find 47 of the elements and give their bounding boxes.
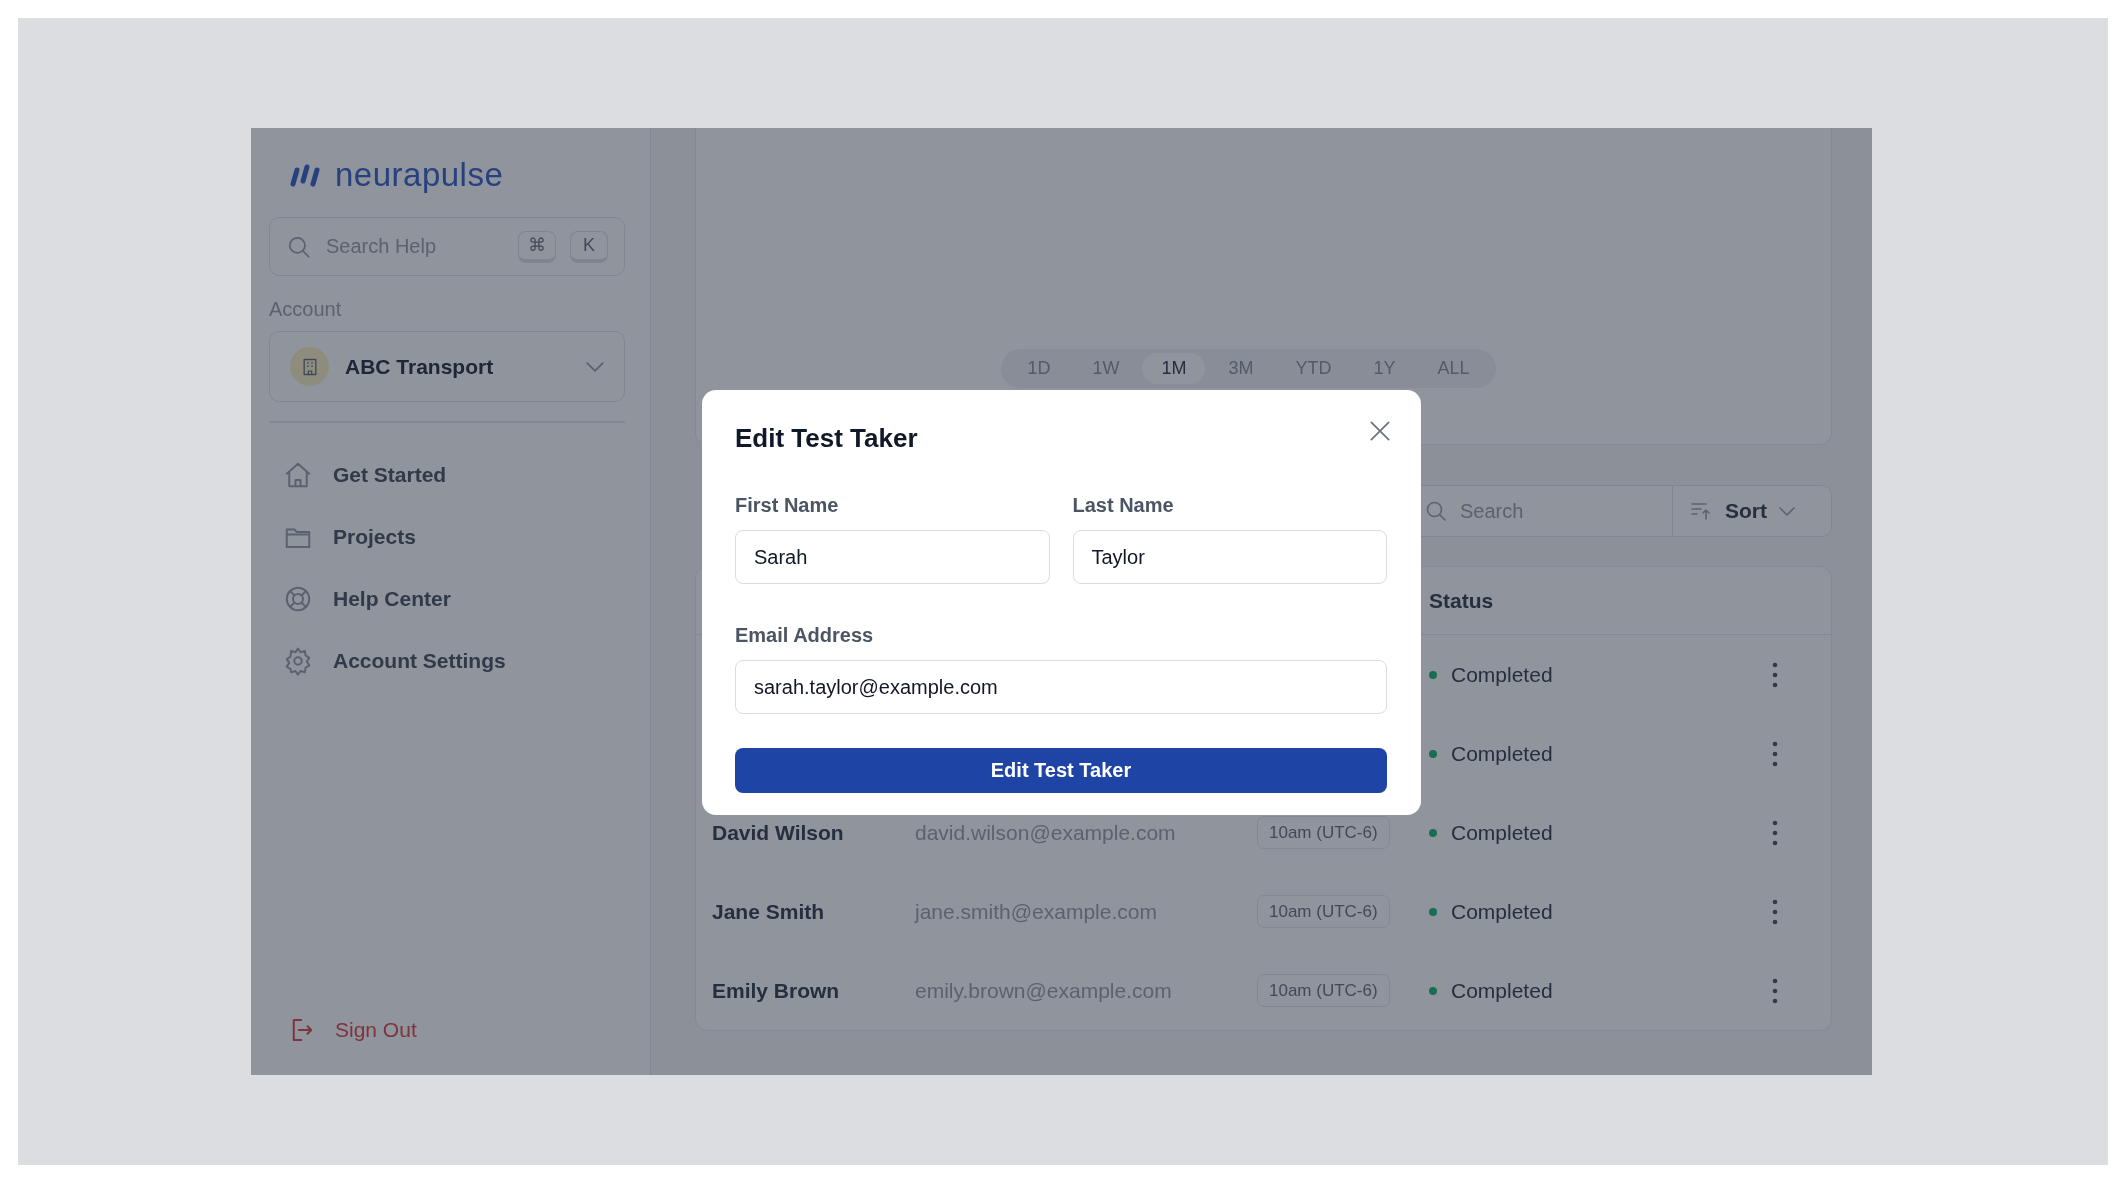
account-select[interactable]: ABC Transport: [269, 331, 625, 402]
nav-item[interactable]: Help Center: [269, 568, 625, 629]
nav-item[interactable]: Projects: [269, 506, 625, 567]
status-text: Completed: [1451, 820, 1553, 845]
name-cell-text: Jane Smith: [712, 899, 826, 924]
status-dot: [1429, 986, 1437, 995]
input-field[interactable]: Sarah: [735, 530, 1050, 584]
time-badge: 10am (UTC-6): [1257, 974, 1390, 1007]
more-icon[interactable]: [1771, 898, 1779, 925]
building-icon: [290, 347, 329, 386]
more-icon[interactable]: [1771, 740, 1779, 767]
status-dot: [1429, 749, 1437, 758]
logo-text: neurapulse: [335, 156, 504, 194]
status-text: Completed: [1451, 662, 1553, 687]
dialog-title: Edit Test Taker: [735, 423, 918, 454]
time-badge: 10am (UTC-6): [1257, 816, 1390, 849]
chevron-down-icon: [586, 361, 604, 372]
status-text: Completed: [1451, 741, 1553, 766]
column-header: Status: [1429, 588, 1495, 613]
settings-icon: [283, 645, 313, 676]
more-icon[interactable]: [1771, 819, 1779, 846]
status-dot: [1429, 907, 1437, 916]
status-text: Completed: [1451, 899, 1553, 924]
name-cell-text: David Wilson: [712, 820, 845, 845]
field-label: Last Name: [1072, 494, 1175, 517]
name-cell-text: Emily Brown: [712, 978, 841, 1003]
sort-button[interactable]: Sort: [1672, 485, 1832, 537]
submit-button[interactable]: Edit Test Taker: [735, 748, 1387, 793]
time-badge: 10am (UTC-6): [1257, 895, 1390, 928]
field-label: First Name: [735, 494, 840, 517]
sign-out-link[interactable]: Sign Out: [269, 1015, 625, 1045]
status-dot: [1429, 670, 1437, 679]
chevron-down-icon: [1779, 506, 1795, 516]
field-label: Email Address: [735, 624, 875, 647]
search-icon: [1424, 499, 1448, 523]
shortcut-key: K: [570, 230, 608, 263]
status-text: Completed: [1451, 978, 1553, 1003]
logo-icon: [289, 162, 323, 188]
nav-item[interactable]: Account Settings: [269, 630, 625, 691]
range-tab[interactable]: 1M: [1142, 353, 1206, 384]
input-field[interactable]: sarah.taylor@example.com: [735, 660, 1387, 714]
more-icon[interactable]: [1771, 977, 1779, 1004]
shortcut-key: ⌘: [518, 230, 556, 263]
input-field[interactable]: Taylor: [1072, 530, 1387, 584]
nav-item[interactable]: Get Started: [269, 444, 625, 505]
status-dot: [1429, 828, 1437, 837]
more-icon[interactable]: [1771, 661, 1779, 688]
